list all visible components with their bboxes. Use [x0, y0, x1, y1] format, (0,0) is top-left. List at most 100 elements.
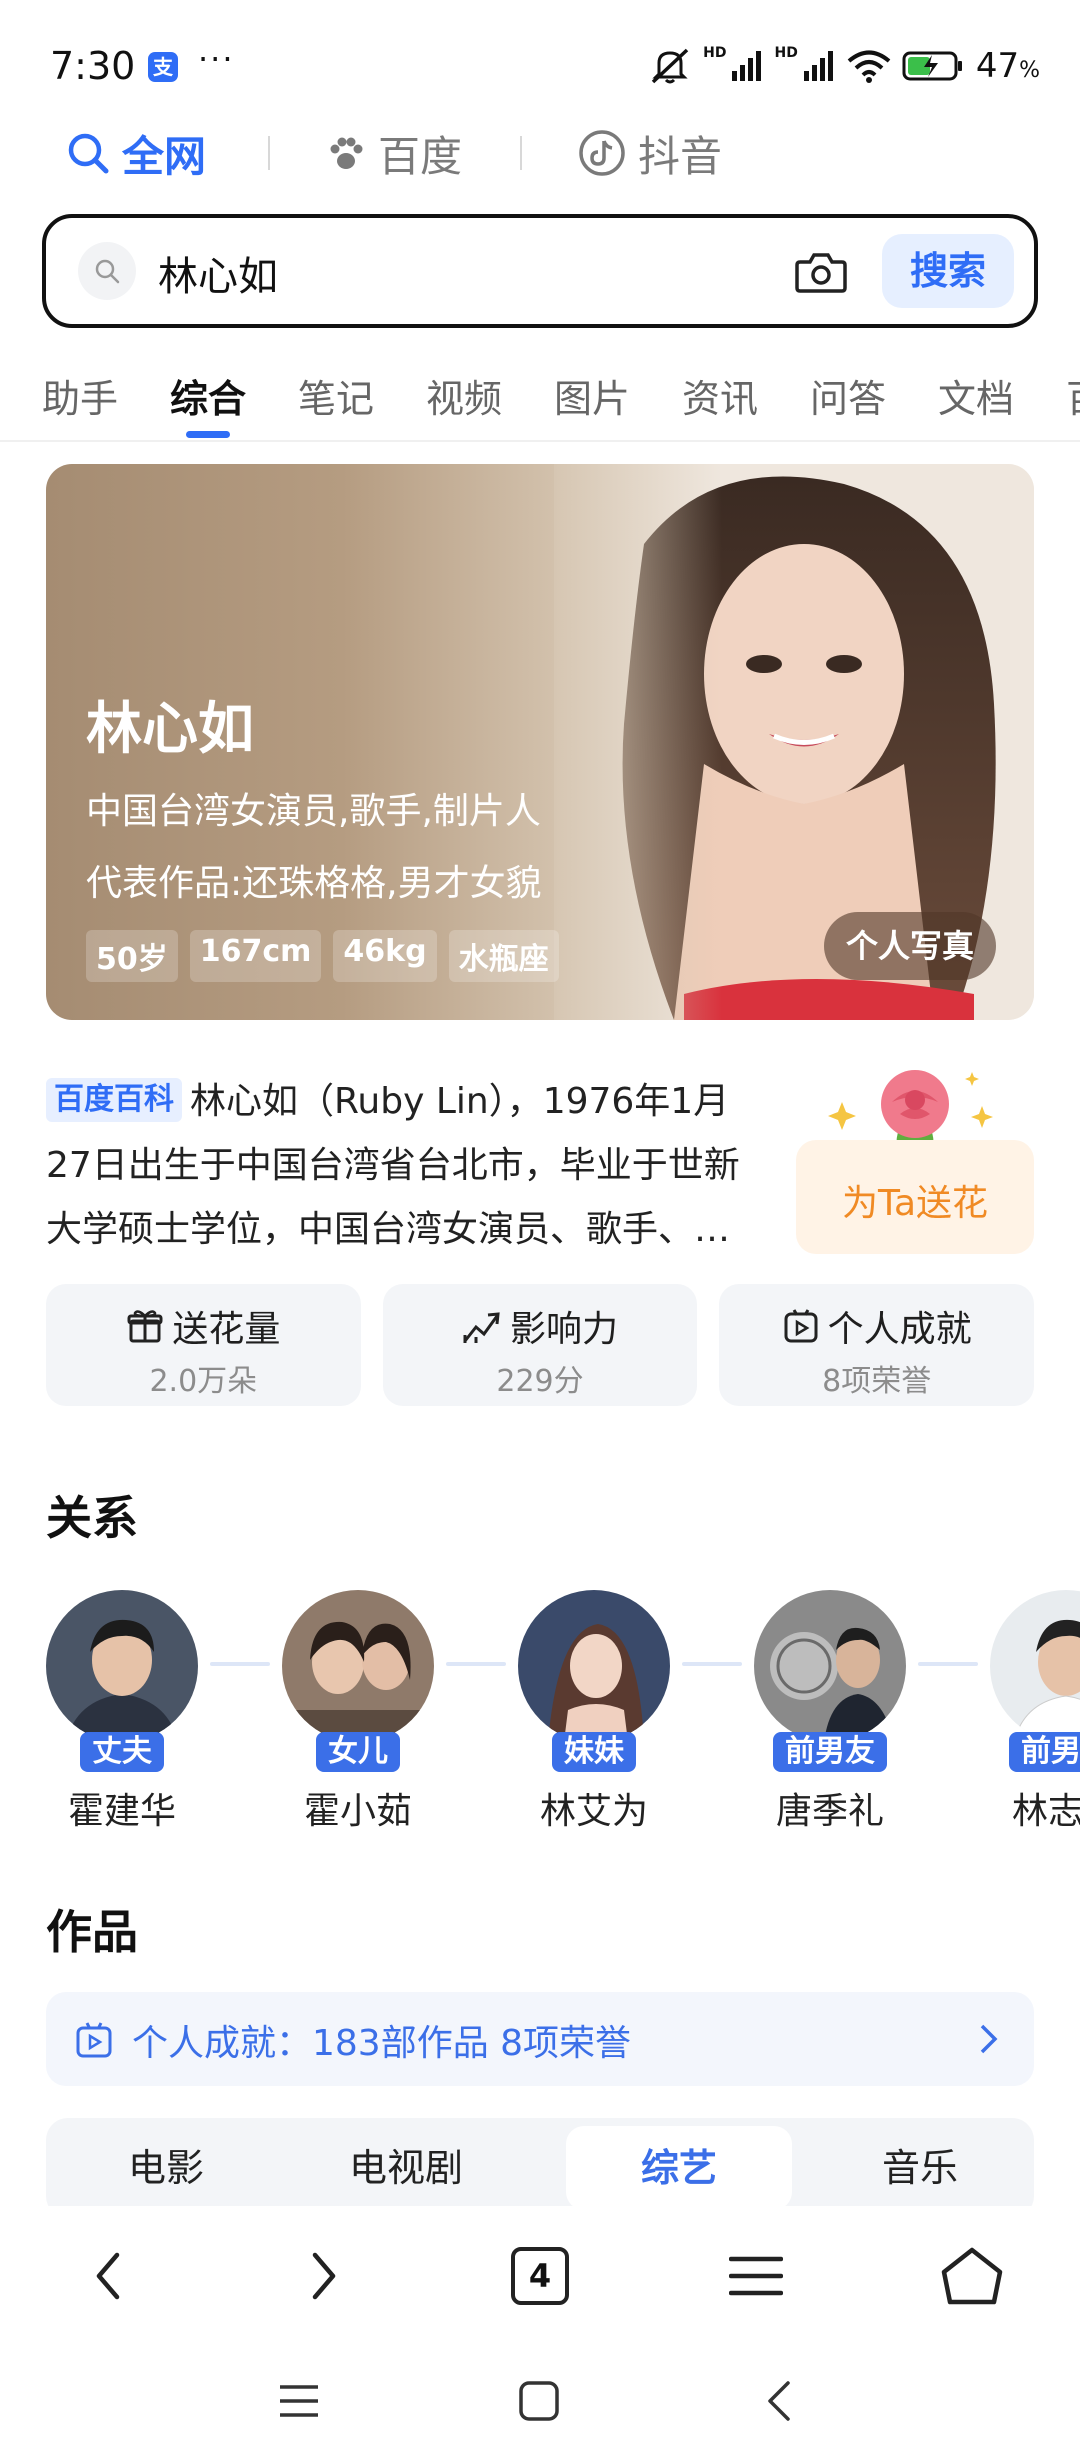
search-input[interactable]: 林心如 [158, 244, 278, 302]
tag-weight: 46kg [333, 930, 437, 982]
celebrity-tags: 50岁 167cm 46kg 水瓶座 [86, 930, 559, 982]
browser-toolbar: 4 [0, 2206, 1080, 2336]
tab-music[interactable]: 音乐 [806, 2118, 1034, 2218]
back-arrow-icon [768, 2381, 790, 2421]
achievement-text: 个人成就：183部作品 8项荣誉 [132, 2023, 632, 2064]
recent-apps-icon [280, 2385, 318, 2417]
works-heading: 作品 [46, 1905, 138, 1959]
connector-line [210, 1662, 270, 1666]
tab-more[interactable]: 百 [1066, 368, 1080, 423]
baike-badge: 百度百科 [46, 1078, 182, 1122]
divider [0, 440, 1080, 442]
search-bar[interactable]: 林心如 搜索 [42, 214, 1038, 328]
scope-tab-douyin[interactable]: 抖音 [578, 123, 722, 184]
home-icon [941, 2247, 1003, 2305]
stat-achievements[interactable]: 个人成就 8项荣誉 [719, 1284, 1035, 1406]
stat-influence[interactable]: 影响力 229分 [382, 1284, 698, 1406]
mute-icon [651, 48, 689, 84]
relation-name: 霍小茹 [303, 1791, 412, 1832]
search-icon [68, 133, 109, 174]
back-button[interactable] [68, 2236, 148, 2316]
more-notifications-icon: ··· [198, 40, 235, 78]
relation-item[interactable]: 前男友 唐季礼 [750, 1590, 910, 1834]
recent-apps-button[interactable] [264, 2366, 334, 2436]
scope-tab-label: 抖音 [638, 131, 723, 181]
tab-videos[interactable]: 视频 [426, 368, 502, 423]
search-results-page: 7:30 支 ··· HD HD 47% 全网 百度 抖音 林心如 搜索 助手 … [0, 0, 1080, 2460]
play-badge-icon [784, 1309, 818, 1343]
stat-value: 8项荣誉 [822, 1364, 932, 1399]
scope-tab-baidu[interactable]: 百度 [326, 123, 462, 184]
signal-icon-2 [803, 51, 833, 81]
play-badge-icon [76, 2022, 112, 2058]
relation-item[interactable]: 前男友 林志颖 [986, 1590, 1080, 1834]
active-tab-indicator [186, 431, 230, 438]
tab-variety-shows[interactable]: 综艺 [566, 2126, 792, 2210]
camera-icon[interactable] [794, 248, 848, 296]
alipay-icon: 支 [148, 52, 178, 82]
tab-tv-series[interactable]: 电视剧 [286, 2118, 526, 2218]
send-flower-button[interactable]: 为Ta送花 [796, 1140, 1034, 1254]
connector-line [446, 1662, 506, 1666]
menu-button[interactable] [716, 2236, 796, 2316]
search-icon [78, 242, 136, 300]
celebrity-card[interactable]: 林心如 中国台湾女演员,歌手,制片人 代表作品:还珠格格,男才女貌 50岁 16… [46, 464, 1034, 1020]
relation-item[interactable]: 妹妹 林艾为 [514, 1590, 674, 1834]
tag-age: 50岁 [86, 930, 178, 982]
tag-height: 167cm [189, 930, 322, 982]
achievement-bar[interactable]: 个人成就：183部作品 8项荣誉 [46, 1992, 1034, 2086]
tag-zodiac: 水瓶座 [448, 930, 559, 982]
scope-tab-label: 百度 [378, 131, 463, 181]
scope-divider [268, 136, 270, 170]
square-home-icon [519, 2381, 559, 2421]
relation-role-badge: 妹妹 [552, 1732, 636, 1772]
hd-label-2: HD [774, 45, 798, 61]
forward-button[interactable] [284, 2236, 364, 2316]
stat-title: 送花量 [172, 1309, 281, 1350]
tab-qa[interactable]: 问答 [810, 368, 886, 423]
system-back-button[interactable] [744, 2366, 814, 2436]
relations-carousel[interactable]: 丈夫 霍建华 女儿 霍小茹 妹妹 林艾为 前男友 唐季礼 前男 林志 [0, 1590, 1080, 1850]
celebrity-representative-works: 代表作品:还珠格格,男才女貌 [86, 863, 542, 904]
stats-row: 送花量 2.0万朵 影响力 229分 个人成就 8项荣誉 [46, 1284, 1035, 1406]
chevron-right-icon [980, 2024, 998, 2054]
home-button[interactable] [932, 2236, 1012, 2316]
tiktok-icon [579, 130, 625, 176]
relation-name: 霍建华 [67, 1791, 176, 1832]
avatar [990, 1590, 1080, 1743]
stat-flowers[interactable]: 送花量 2.0万朵 [46, 1284, 361, 1406]
tab-overview[interactable]: 综合 [170, 368, 246, 423]
scope-tabs: 全网 百度 抖音 [0, 118, 1080, 188]
scope-divider [520, 136, 522, 170]
tab-images[interactable]: 图片 [554, 368, 630, 423]
scope-tab-all-web[interactable]: 全网 [66, 123, 206, 184]
encyclopedia-summary[interactable]: 百度百科 林心如（Ruby Lin），1976年1月27日出生于中国台湾省台北市，… [46, 1070, 766, 1262]
tab-notes[interactable]: 笔记 [298, 368, 374, 423]
relation-item[interactable]: 丈夫 霍建华 [42, 1590, 202, 1834]
relations-heading: 关系 [46, 1491, 138, 1545]
photo-gallery-button[interactable]: 个人写真 [823, 912, 996, 980]
search-button[interactable]: 搜索 [882, 234, 1014, 308]
tab-movies[interactable]: 电影 [46, 2118, 286, 2218]
tabs-button[interactable]: 4 [500, 2236, 580, 2316]
system-home-button[interactable] [504, 2366, 574, 2436]
relation-item[interactable]: 女儿 霍小茹 [278, 1590, 438, 1834]
relation-role-badge: 前男友 [773, 1732, 887, 1772]
battery-percentage: 47% [975, 46, 1040, 86]
tab-assistant[interactable]: 助手 [42, 368, 118, 423]
tab-docs[interactable]: 文档 [938, 368, 1014, 423]
wifi-icon [847, 50, 891, 83]
stat-title: 影响力 [510, 1309, 619, 1350]
relation-role-badge: 丈夫 [80, 1732, 164, 1772]
tab-count: 4 [528, 2257, 552, 2295]
celebrity-description: 中国台湾女演员,歌手,制片人 [86, 791, 541, 832]
tab-news[interactable]: 资讯 [682, 368, 758, 423]
gift-icon [127, 1310, 163, 1343]
status-bar: 7:30 支 ··· HD HD 47% [0, 0, 1080, 110]
scope-tab-label: 全网 [122, 131, 207, 181]
stat-value: 2.0万朵 [149, 1364, 258, 1399]
connector-line [682, 1662, 742, 1666]
hamburger-menu-icon [729, 2256, 783, 2296]
relation-name: 林志颖 [1011, 1791, 1080, 1832]
celebrity-name: 林心如 [86, 697, 254, 762]
